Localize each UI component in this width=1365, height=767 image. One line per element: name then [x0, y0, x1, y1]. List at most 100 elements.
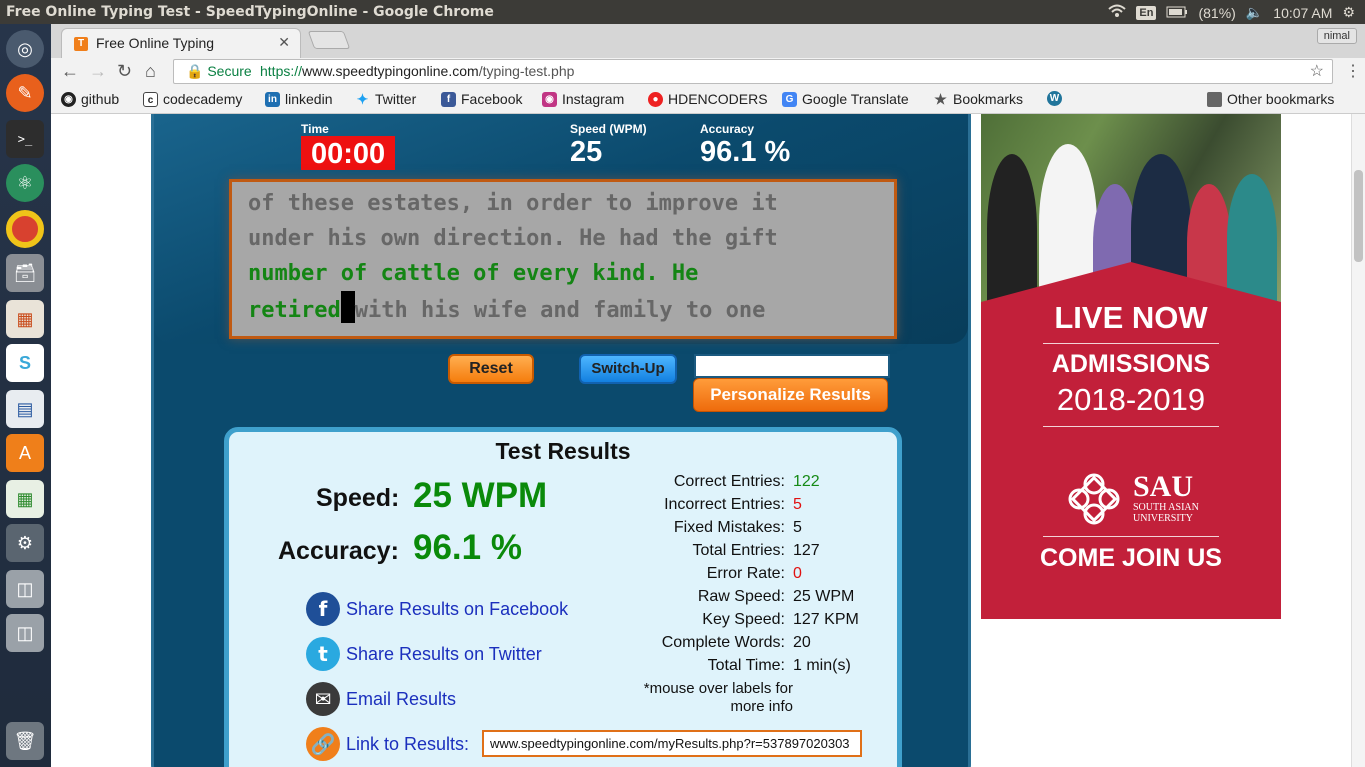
envelope-icon: ✉ [306, 682, 340, 716]
bookmark-label: Facebook [461, 91, 523, 107]
bookmark-twitter[interactable]: ✦ Twitter [355, 90, 417, 107]
hover-note: *mouse over labels for more info [609, 680, 793, 716]
bookmark-facebook[interactable]: f Facebook [441, 91, 522, 107]
bookmark-bookmarks[interactable]: ★ Bookmarks [933, 91, 1023, 107]
speed-value: 25 [570, 136, 603, 168]
atom-icon[interactable]: ⚛ [6, 164, 44, 202]
result-speed-label[interactable]: Speed: [316, 484, 399, 513]
personalize-results-button[interactable]: Personalize Results [693, 378, 888, 412]
chrome-menu-icon[interactable]: ⋮ [1345, 61, 1361, 81]
bookmark-hdencoders[interactable]: ● HDENCODERS [648, 91, 768, 107]
bookmark-label: github [81, 91, 120, 107]
stat-label: Fixed Mistakes: [673, 519, 785, 536]
stat-incorrect-entries[interactable]: Incorrect Entries: 5 [589, 496, 893, 519]
stat-value: 25 WPM [793, 588, 855, 605]
secure-indicator[interactable]: 🔒 Secure [186, 60, 252, 83]
drive-icon[interactable]: ◫ [6, 570, 44, 608]
share-facebook-link[interactable]: f Share Results on Facebook [306, 592, 568, 626]
bookmark-codecademy[interactable]: c codecademy [143, 91, 242, 107]
stat-error-rate[interactable]: Error Rate: 0 [589, 565, 893, 588]
ad-person [987, 154, 1037, 304]
share-twitter-link[interactable]: t Share Results on Twitter [306, 637, 542, 671]
result-accuracy-label[interactable]: Accuracy: [278, 537, 399, 566]
switch-up-button[interactable]: Switch-Up [579, 354, 677, 384]
time-label: Time [301, 122, 329, 136]
secure-label: Secure [207, 63, 252, 79]
remaining-text: with his wife and family to one [354, 298, 766, 323]
stat-total-time[interactable]: Total Time: 1 min(s) [589, 657, 893, 680]
address-bar[interactable]: 🔒 Secure https://www.speedtypingonline.c… [173, 59, 1333, 84]
bookmark-google-translate[interactable]: G Google Translate [782, 91, 922, 107]
profile-user-button[interactable]: nimal [1316, 28, 1357, 44]
drive-icon-2[interactable]: ◫ [6, 614, 44, 652]
terminal-icon[interactable]: >_ [6, 120, 44, 158]
page-scrollbar[interactable] [1351, 114, 1365, 767]
stat-correct-entries[interactable]: Correct Entries: 122 [589, 473, 893, 496]
software-center-icon[interactable]: A [6, 434, 44, 472]
back-icon[interactable]: ← [61, 61, 79, 82]
email-results-link[interactable]: ✉ Email Results [306, 682, 456, 716]
name-input[interactable] [694, 354, 890, 378]
bookmark-github[interactable]: ◉ github [61, 91, 119, 107]
volume-icon[interactable]: 🔈 [1246, 4, 1263, 21]
reload-icon[interactable]: ↻ [117, 61, 132, 82]
sau-advertisement[interactable]: LIVE NOW ADMISSIONS 2018-2019 SAU SOUTH … [981, 114, 1281, 619]
stat-raw-speed[interactable]: Raw Speed: 25 WPM [589, 588, 893, 611]
system-tray: En (81%) 🔈 10:07 AM ⚙ [1108, 4, 1355, 21]
wifi-icon[interactable] [1108, 4, 1127, 21]
reset-button[interactable]: Reset [448, 354, 534, 384]
text-line-2: under his own direction. He had the gift [248, 226, 778, 251]
slack-icon[interactable]: S [6, 344, 44, 382]
other-bookmarks-folder[interactable]: Other bookmarks [1207, 91, 1334, 107]
settings-icon[interactable]: ⚙ [6, 524, 44, 562]
tab-typing-test[interactable]: T Free Online Typing ✕ [61, 28, 301, 58]
writer-icon[interactable]: ▤ [6, 390, 44, 428]
url-path: /typing-test.php [478, 63, 575, 79]
site-favicon-icon: T [74, 37, 88, 51]
twitter-icon: ✦ [356, 90, 369, 107]
stat-key-speed[interactable]: Key Speed: 127 KPM [589, 611, 893, 634]
new-tab-button[interactable] [307, 31, 351, 49]
link-to-results[interactable]: 🔗 Link to Results: [306, 727, 469, 761]
scrollbar-thumb[interactable] [1354, 170, 1363, 262]
clock[interactable]: 10:07 AM [1273, 5, 1332, 21]
github-icon: ◉ [61, 91, 76, 107]
hover-note-line-2: more info [730, 698, 793, 715]
ubuntu-dash-icon[interactable]: ◎ [6, 30, 44, 68]
twitter-circle-icon: t [306, 637, 340, 671]
bookmark-star-icon[interactable]: ☆ [1310, 60, 1324, 83]
trash-icon[interactable]: 🗑 [6, 722, 44, 760]
home-icon[interactable]: ⌂ [145, 61, 156, 82]
power-gear-icon[interactable]: ⚙ [1342, 4, 1355, 21]
typing-text-area[interactable]: of these estates, in order to improve it… [229, 179, 897, 339]
tab-strip: T Free Online Typing ✕ nimal [51, 24, 1365, 58]
speed-label: Speed (WPM) [570, 122, 647, 136]
stat-value: 122 [793, 473, 820, 490]
facebook-circle-icon: f [306, 592, 340, 626]
calc-icon[interactable]: ▦ [6, 480, 44, 518]
close-tab-icon[interactable]: ✕ [278, 34, 290, 51]
results-url-field[interactable]: www.speedtypingonline.com/myResults.php?… [482, 730, 862, 757]
tab-title: Free Online Typing [96, 35, 215, 51]
forward-icon[interactable]: → [89, 61, 107, 82]
files-icon[interactable]: 🗃 [6, 254, 44, 292]
bookmark-wordpress[interactable]: W [1047, 91, 1062, 106]
chrome-icon[interactable] [6, 210, 44, 248]
instagram-icon: ◉ [542, 91, 557, 107]
bookmark-label: HDENCODERS [668, 91, 768, 107]
stat-complete-words[interactable]: Complete Words: 20 [589, 634, 893, 657]
editor-app-icon[interactable]: ✎ [6, 74, 44, 112]
stat-value: 20 [793, 634, 811, 651]
keyboard-layout-indicator[interactable]: En [1136, 5, 1157, 20]
bookmark-linkedin[interactable]: in linkedin [265, 91, 332, 107]
bookmark-label: Other bookmarks [1227, 91, 1335, 107]
stat-total-entries[interactable]: Total Entries: 127 [589, 542, 893, 565]
stat-fixed-mistakes[interactable]: Fixed Mistakes: 5 [589, 519, 893, 542]
results-title: Test Results [495, 438, 631, 464]
battery-icon[interactable] [1166, 5, 1188, 21]
impress-icon[interactable]: ▦ [6, 300, 44, 338]
bookmark-instagram[interactable]: ◉ Instagram [542, 91, 624, 107]
stat-value: 1 min(s) [793, 657, 851, 674]
share-twitter-label: Share Results on Twitter [346, 643, 542, 664]
ad-live-now: LIVE NOW [1054, 300, 1208, 335]
